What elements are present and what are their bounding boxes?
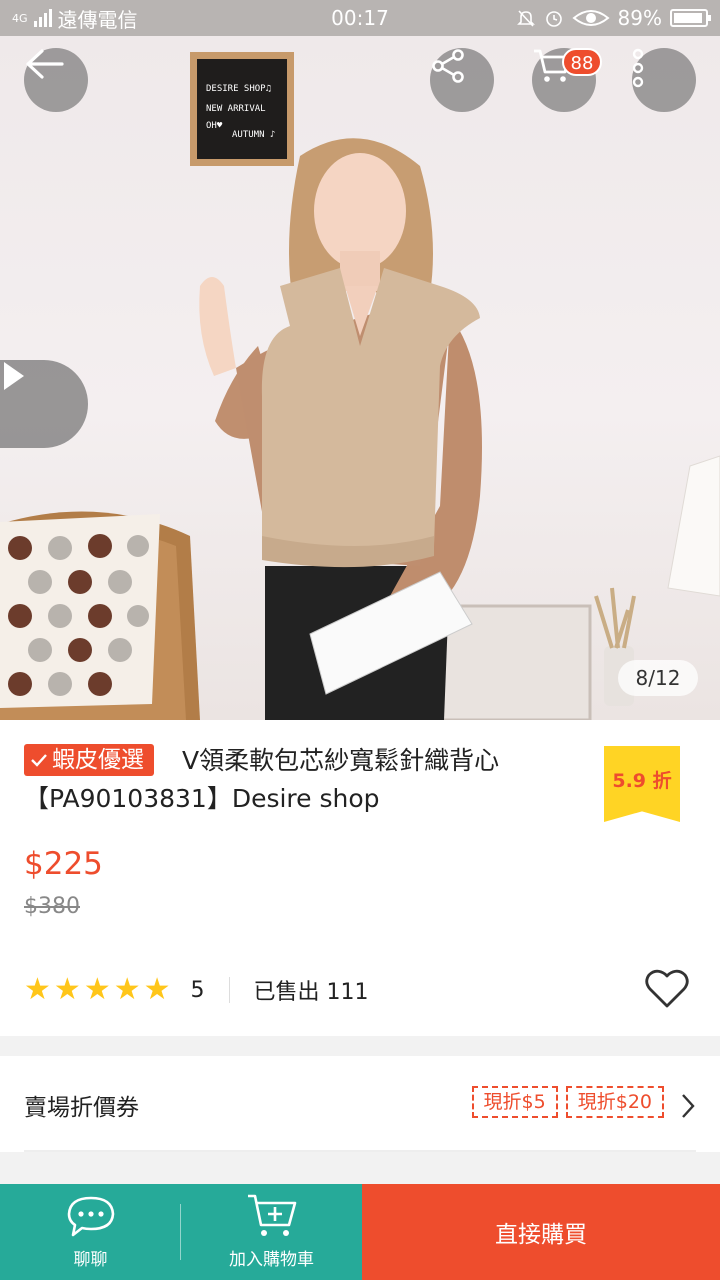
image-counter: 8/12 <box>618 660 698 696</box>
original-price: $380 <box>24 894 80 919</box>
chat-button[interactable]: 聊聊 <box>0 1184 181 1280</box>
star-rating: ★ ★ ★ ★ ★ <box>24 975 171 1005</box>
preferred-badge: 蝦皮優選 <box>24 744 154 776</box>
heart-icon <box>645 969 689 1008</box>
play-video-button[interactable] <box>0 360 88 448</box>
star-icon: ★ <box>83 972 111 1007</box>
chevron-right-icon <box>682 1094 695 1118</box>
more-options-button[interactable] <box>632 48 696 112</box>
product-info: 蝦皮優選 V領柔軟包芯紗寬鬆針織背心【PA90103831】Desire sho… <box>0 720 720 1036</box>
check-icon <box>31 754 47 767</box>
chat-bubble-icon <box>67 1196 114 1237</box>
sign-line-4: AUTUMN ♪ <box>232 130 275 140</box>
star-icon: ★ <box>53 972 81 1007</box>
sign-line-3: OH♥ <box>206 121 223 131</box>
status-bar: 4G 遠傳電信 00:17 89% <box>0 0 720 36</box>
divider <box>24 1150 696 1152</box>
voucher-tags: 現折$5 現折$20 <box>471 1086 664 1118</box>
preferred-badge-label: 蝦皮優選 <box>52 747 144 773</box>
like-button[interactable] <box>644 968 690 1014</box>
voucher-label: 賣場折價券 <box>24 1095 139 1121</box>
back-button[interactable] <box>24 48 88 112</box>
rating-value: 5 <box>190 977 205 1003</box>
play-icon <box>4 362 24 390</box>
cart-count-badge: 88 <box>562 48 602 76</box>
voucher-tag: 現折$5 <box>471 1086 558 1118</box>
bottom-left-actions: 聊聊 加入購物車 <box>0 1184 362 1280</box>
sign-line-1: DESIRE SHOP♫ <box>206 84 271 94</box>
add-to-cart-button[interactable]: 加入購物車 <box>181 1184 362 1280</box>
rating-divider <box>228 977 230 1003</box>
product-photo: DESIRE SHOP♫ NEW ARRIVAL OH♥ AUTUMN ♪ <box>0 52 720 720</box>
product-image[interactable]: DESIRE SHOP♫ NEW ARRIVAL OH♥ AUTUMN ♪ 88… <box>0 36 720 720</box>
star-icon: ★ <box>24 972 51 1007</box>
arrow-left-icon <box>26 49 64 79</box>
bottom-divider <box>180 1204 181 1260</box>
sign-line-2: NEW ARRIVAL <box>206 104 266 114</box>
product-title-block: 蝦皮優選 V領柔軟包芯紗寬鬆針織背心【PA90103831】Desire sho… <box>24 742 584 818</box>
status-time: 00:17 <box>331 6 389 30</box>
discount-tag: 5.9 折 <box>604 746 680 822</box>
chat-label: 聊聊 <box>73 1250 108 1270</box>
share-button[interactable] <box>430 48 494 112</box>
add-cart-icon <box>247 1194 296 1236</box>
rating-row[interactable]: ★ ★ ★ ★ ★ 5 已售出 111 <box>24 970 369 1010</box>
sold-count: 已售出 111 <box>253 980 369 1005</box>
star-icon: ★ <box>143 972 171 1007</box>
bottom-action-bar: 聊聊 加入購物車 直接購買 <box>0 1184 720 1280</box>
shop-voucher-row[interactable]: 賣場折價券 現折$5 現折$20 <box>0 1056 720 1152</box>
star-icon: ★ <box>113 972 141 1007</box>
voucher-tag: 現折$20 <box>565 1086 664 1118</box>
buy-now-button[interactable]: 直接購買 <box>362 1184 720 1280</box>
share-icon <box>432 49 464 83</box>
current-price: $225 <box>24 846 103 882</box>
add-to-cart-label: 加入購物車 <box>229 1250 314 1270</box>
battery-icon <box>670 9 711 27</box>
more-vertical-icon <box>632 48 644 88</box>
